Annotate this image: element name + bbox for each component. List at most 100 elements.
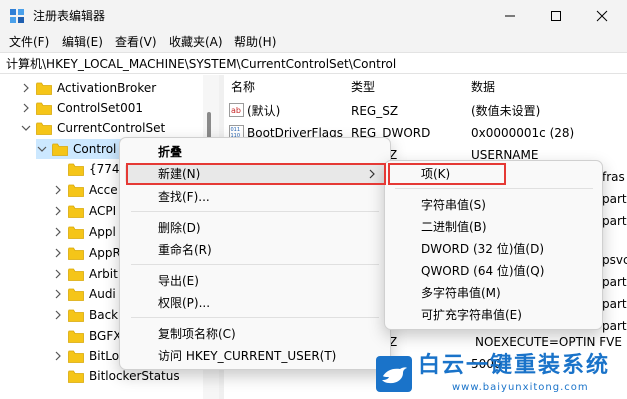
folder-icon [68, 205, 84, 218]
tree-item[interactable]: ACPI [52, 201, 116, 221]
tree-item[interactable]: Control [36, 139, 132, 159]
value-data: 0x0000001c (28) [471, 126, 575, 140]
watermark: 白云一键重装系统 www.baiyunxitong.com [372, 352, 627, 399]
menu-view[interactable]: 查看(V) [115, 34, 157, 50]
chevron-right-icon[interactable] [20, 102, 32, 114]
value-data-fragment: parti [602, 319, 627, 333]
tree-item-label: Appl [89, 225, 116, 239]
string-value-icon: ab [229, 103, 244, 117]
tree-item[interactable]: BitLo [52, 346, 119, 366]
folder-icon [68, 268, 84, 281]
chevron-right-icon[interactable] [52, 268, 64, 280]
tree-item-label: BitlockerStatus [89, 369, 180, 383]
minimize-button[interactable] [487, 0, 533, 32]
tree-item[interactable]: Acce [52, 180, 118, 200]
menu-item-delete[interactable]: 删除(D) [158, 220, 201, 236]
tree-item[interactable]: ControlSet001 [20, 98, 143, 118]
spacer [52, 163, 64, 175]
folder-icon [68, 288, 84, 301]
chevron-right-icon[interactable] [20, 82, 32, 94]
tree-item-label: Audi [89, 287, 116, 301]
folder-icon [68, 247, 84, 260]
minimize-icon [505, 15, 515, 17]
svg-text:ab: ab [231, 106, 241, 115]
registry-editor-icon [10, 9, 24, 23]
folder-icon [36, 82, 52, 95]
tree-item[interactable]: Back [52, 305, 118, 325]
submenu-item-dword[interactable]: DWORD (32 位)值(D) [421, 241, 544, 257]
chevron-right-icon[interactable] [52, 205, 64, 217]
chevron-right-icon[interactable] [52, 184, 64, 196]
menu-edit[interactable]: 编辑(E) [62, 34, 103, 50]
address-path: 计算机\HKEY_LOCAL_MACHINE\SYSTEM\CurrentCon… [6, 57, 397, 71]
menu-divider [131, 211, 379, 212]
spacer [52, 370, 64, 382]
chevron-right-icon[interactable] [52, 350, 64, 362]
tree-item[interactable]: AppR [52, 243, 121, 263]
menu-item-permissions[interactable]: 权限(P)... [158, 295, 210, 311]
column-header-type[interactable]: 类型 [351, 79, 375, 95]
maximize-button[interactable] [533, 0, 579, 32]
value-name[interactable]: (默认) [247, 103, 280, 119]
tree-item[interactable]: CurrentControlSet [20, 118, 165, 138]
menu-item-copy-key-name[interactable]: 复制项名称(C) [158, 326, 236, 342]
folder-icon [36, 122, 52, 135]
tree-item[interactable]: {7746 [52, 159, 127, 179]
menu-file[interactable]: 文件(F) [9, 34, 49, 50]
submenu-item-string[interactable]: 字符串值(S) [421, 197, 486, 213]
tree-item[interactable]: Arbit [52, 264, 118, 284]
close-icon [596, 10, 608, 22]
watermark-url: www.baiyunxitong.com [452, 382, 589, 393]
menu-item-goto-hkcu[interactable]: 访问 HKEY_CURRENT_USER(T) [158, 348, 336, 364]
menu-divider [131, 317, 379, 318]
tree-item[interactable]: ActivationBroker [20, 78, 156, 98]
value-data: NOEXECUTE=OPTIN FVE [475, 335, 622, 349]
tree-item-label: BitLo [89, 349, 120, 363]
menu-item-find[interactable]: 查找(F)... [158, 189, 210, 205]
tree-item-label: ControlSet001 [57, 101, 143, 115]
value-data-fragment: psvc [602, 253, 627, 267]
chevron-right-icon[interactable] [52, 247, 64, 259]
submenu-item-multi-string[interactable]: 多字符串值(M) [421, 285, 501, 301]
chevron-right-icon[interactable] [52, 288, 64, 300]
tree-item[interactable]: Audi [52, 284, 116, 304]
menu-help[interactable]: 帮助(H) [234, 34, 276, 50]
tree-item-label: ACPI [89, 204, 117, 218]
tree-item-label: ActivationBroker [57, 81, 157, 95]
value-data-fragment: parti [602, 192, 627, 206]
folder-icon [68, 226, 84, 239]
column-header-name[interactable]: 名称 [231, 79, 255, 95]
tree-item-label: Back [89, 308, 119, 322]
column-header-data[interactable]: 数据 [471, 79, 495, 95]
bird-logo-icon [376, 356, 412, 392]
submenu-item-qword[interactable]: QWORD (64 位)值(Q) [421, 263, 544, 279]
folder-icon [68, 370, 84, 383]
value-data-fragment: parti [602, 297, 627, 311]
folder-icon [68, 330, 84, 343]
submenu-item-expandable-string[interactable]: 可扩充字符串值(E) [421, 307, 522, 323]
tree-item-label: Acce [89, 183, 118, 197]
chevron-down-icon[interactable] [36, 143, 48, 155]
highlight-key [388, 163, 506, 185]
chevron-right-icon[interactable] [52, 226, 64, 238]
menu-favorites[interactable]: 收藏夹(A) [169, 34, 223, 50]
folder-icon [36, 102, 52, 115]
tree-item-label: AppR [89, 246, 121, 260]
folder-icon [68, 163, 84, 176]
tree-item[interactable]: Appl [52, 222, 116, 242]
chevron-down-icon[interactable] [20, 122, 32, 134]
close-button[interactable] [579, 0, 625, 32]
menu-item-collapse[interactable]: 折叠 [158, 144, 182, 160]
menu-divider [131, 264, 379, 265]
tree-item-label: Arbit [89, 267, 118, 281]
menu-item-rename[interactable]: 重命名(R) [158, 242, 212, 258]
value-type: REG_SZ [351, 104, 399, 118]
submenu-item-binary[interactable]: 二进制值(B) [421, 219, 487, 235]
address-bar[interactable]: 计算机\HKEY_LOCAL_MACHINE\SYSTEM\CurrentCon… [0, 52, 627, 74]
tree-item[interactable]: BGFX [52, 326, 121, 346]
menu-item-export[interactable]: 导出(E) [158, 273, 199, 289]
menu-bar: 文件(F) 编辑(E) 查看(V) 收藏夹(A) 帮助(H) [0, 32, 627, 52]
tree-item-label: CurrentControlSet [57, 121, 166, 135]
chevron-right-icon[interactable] [52, 309, 64, 321]
spacer [52, 330, 64, 342]
